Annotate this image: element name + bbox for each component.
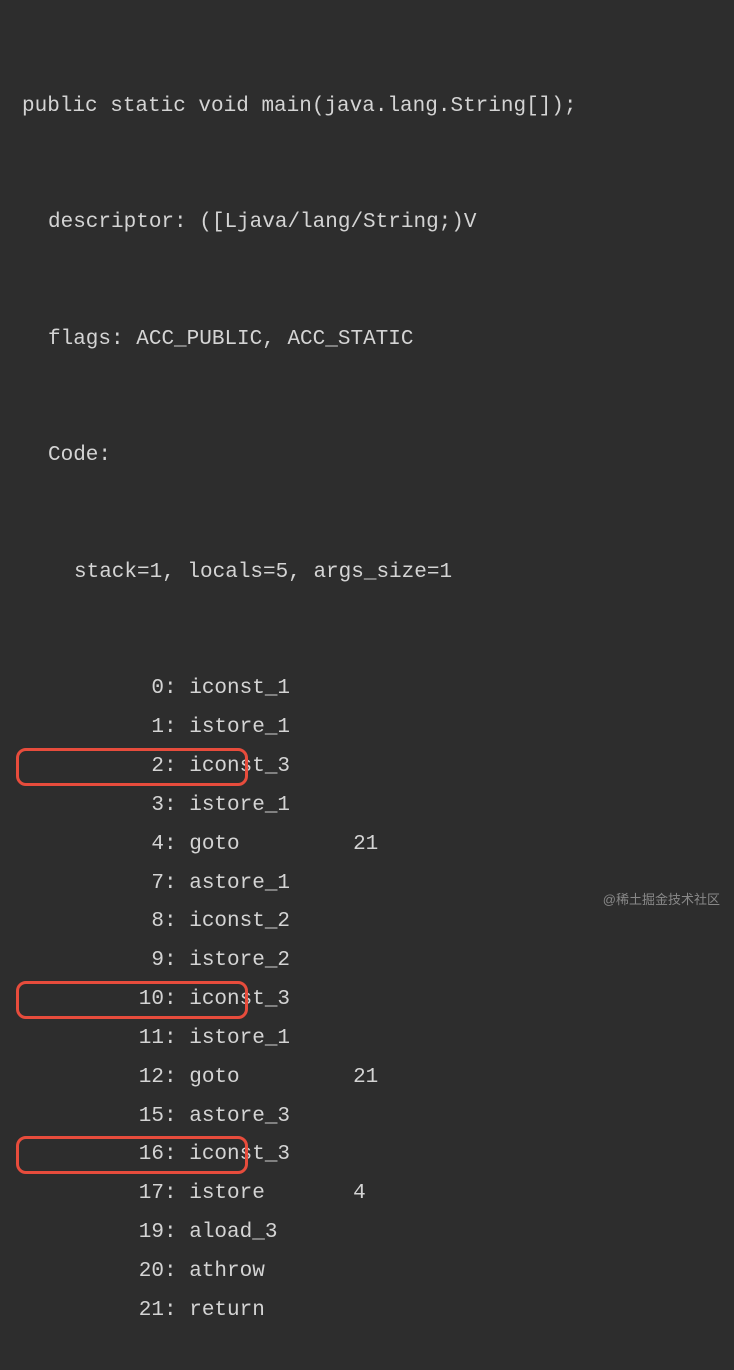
instruction-opcode: astore_3 — [189, 1098, 290, 1137]
instruction-opcode: iconst_1 — [189, 670, 290, 709]
instruction-offset: 11 — [126, 1020, 164, 1059]
instruction-offset: 10 — [126, 981, 164, 1020]
instruction-opcode: istore_2 — [189, 942, 290, 981]
instruction-operand: 21 — [353, 826, 378, 865]
bytecode-instruction: 4: goto 21 — [22, 826, 734, 865]
bytecode-listing: public static void main(java.lang.String… — [0, 10, 734, 1370]
instruction-opcode: istore_1 — [189, 787, 290, 826]
bytecode-instruction: 15: astore_3 — [22, 1098, 734, 1137]
instruction-offset: 21 — [126, 1292, 164, 1331]
instruction-offset: 16 — [126, 1136, 164, 1175]
instruction-offset: 20 — [126, 1253, 164, 1292]
instruction-offset: 3 — [126, 787, 164, 826]
instruction-opcode: astore_1 — [189, 865, 290, 904]
flags-line: flags: ACC_PUBLIC, ACC_STATIC — [22, 321, 734, 360]
bytecode-instruction: 3: istore_1 — [22, 787, 734, 826]
instruction-offset: 9 — [126, 942, 164, 981]
bytecode-instruction: 11: istore_1 — [22, 1020, 734, 1059]
descriptor-value: ([Ljava/lang/String;)V — [199, 211, 476, 234]
method-signature: public static void main(java.lang.String… — [22, 88, 734, 127]
instruction-opcode: goto — [189, 826, 239, 865]
instruction-opcode: return — [189, 1292, 265, 1331]
instruction-operand: 21 — [353, 1059, 378, 1098]
instruction-opcode: iconst_3 — [189, 1136, 290, 1175]
bytecode-instruction: 12: goto 21 — [22, 1059, 734, 1098]
bytecode-instruction: 19: aload_3 — [22, 1214, 734, 1253]
instruction-opcode: istore_1 — [189, 709, 290, 748]
instruction-offset: 15 — [126, 1098, 164, 1137]
flags-label: flags: — [48, 328, 124, 351]
instruction-opcode: aload_3 — [189, 1214, 277, 1253]
instruction-opcode: iconst_3 — [189, 981, 290, 1020]
instruction-offset: 2 — [126, 748, 164, 787]
instruction-opcode: istore_1 — [189, 1020, 290, 1059]
instruction-offset: 7 — [126, 865, 164, 904]
instruction-opcode: iconst_3 — [189, 748, 290, 787]
bytecode-instruction: 16: iconst_3 — [22, 1136, 734, 1175]
bytecode-instruction: 20: athrow — [22, 1253, 734, 1292]
descriptor-line: descriptor: ([Ljava/lang/String;)V — [22, 204, 734, 243]
stack-info: stack=1, locals=5, args_size=1 — [22, 554, 734, 593]
instruction-offset: 12 — [126, 1059, 164, 1098]
instruction-opcode: istore — [189, 1175, 265, 1214]
bytecode-instruction: 21: return — [22, 1292, 734, 1331]
instruction-offset: 0 — [126, 670, 164, 709]
bytecode-instruction: 0: iconst_1 — [22, 670, 734, 709]
instruction-offset: 4 — [126, 826, 164, 865]
descriptor-label: descriptor: — [48, 211, 187, 234]
bytecode-instruction: 10: iconst_3 — [22, 981, 734, 1020]
instruction-opcode: iconst_2 — [189, 903, 290, 942]
instruction-opcode: goto — [189, 1059, 239, 1098]
watermark: @稀土掘金技术社区 — [603, 888, 720, 912]
code-label: Code: — [22, 437, 734, 476]
instruction-offset: 1 — [126, 709, 164, 748]
flags-value: ACC_PUBLIC, ACC_STATIC — [136, 328, 413, 351]
bytecode-instruction: 1: istore_1 — [22, 709, 734, 748]
bytecode-instruction: 17: istore 4 — [22, 1175, 734, 1214]
instruction-opcode: athrow — [189, 1253, 265, 1292]
instruction-offset: 19 — [126, 1214, 164, 1253]
instruction-offset: 17 — [126, 1175, 164, 1214]
bytecode-instruction: 2: iconst_3 — [22, 748, 734, 787]
instruction-operand: 4 — [353, 1175, 366, 1214]
bytecode-instruction: 9: istore_2 — [22, 942, 734, 981]
instruction-offset: 8 — [126, 903, 164, 942]
instructions-list: 0: iconst_11: istore_12: iconst_33: isto… — [22, 670, 734, 1330]
